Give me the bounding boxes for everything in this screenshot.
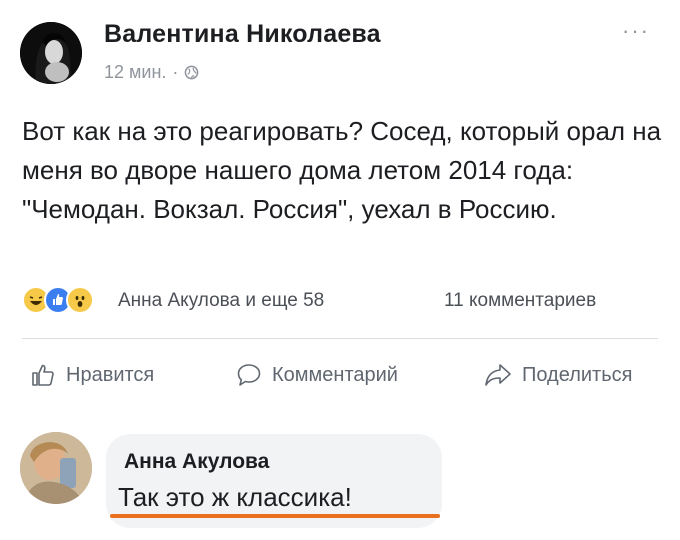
- comment-bubble-icon: [237, 364, 261, 386]
- divider: [22, 338, 658, 339]
- more-options-button[interactable]: ···: [622, 18, 650, 44]
- post-text: Вот как на это реагировать? Сосед, котор…: [22, 116, 662, 224]
- comments-count-link[interactable]: 11 комментариев: [444, 290, 596, 312]
- post-meta: 12 мин. ·: [104, 62, 199, 83]
- author-avatar-image: [20, 22, 82, 84]
- facebook-post: Валентина Николаева 12 мин. · ··· Вот ка…: [0, 0, 680, 540]
- like-label: Нравится: [66, 363, 155, 386]
- reaction-names-link[interactable]: Анна Акулова и еще 58: [118, 290, 324, 312]
- comment-button[interactable]: Комментарий: [236, 362, 398, 388]
- share-label: Поделиться: [522, 363, 633, 386]
- comment-text: Так это ж классика!: [118, 482, 352, 512]
- meta-separator: ·: [172, 62, 179, 82]
- author-avatar[interactable]: [20, 22, 82, 84]
- comment-label: Комментарий: [272, 363, 398, 386]
- comment-highlight-underline: [110, 514, 440, 518]
- commenter-avatar[interactable]: [20, 432, 92, 504]
- author-name[interactable]: Валентина Николаева: [104, 20, 381, 49]
- share-arrow-icon: [485, 364, 511, 386]
- thumbs-up-icon: [32, 364, 54, 386]
- comment-author[interactable]: Анна Акулова: [124, 450, 269, 474]
- globe-icon[interactable]: [184, 65, 199, 80]
- post-timestamp[interactable]: 12 мин.: [104, 62, 166, 83]
- share-button[interactable]: Поделиться: [484, 362, 632, 388]
- wow-reaction-icon: [66, 286, 94, 314]
- reaction-icons[interactable]: [22, 286, 94, 314]
- commenter-avatar-image: [20, 432, 92, 504]
- like-button[interactable]: Нравится: [30, 362, 154, 388]
